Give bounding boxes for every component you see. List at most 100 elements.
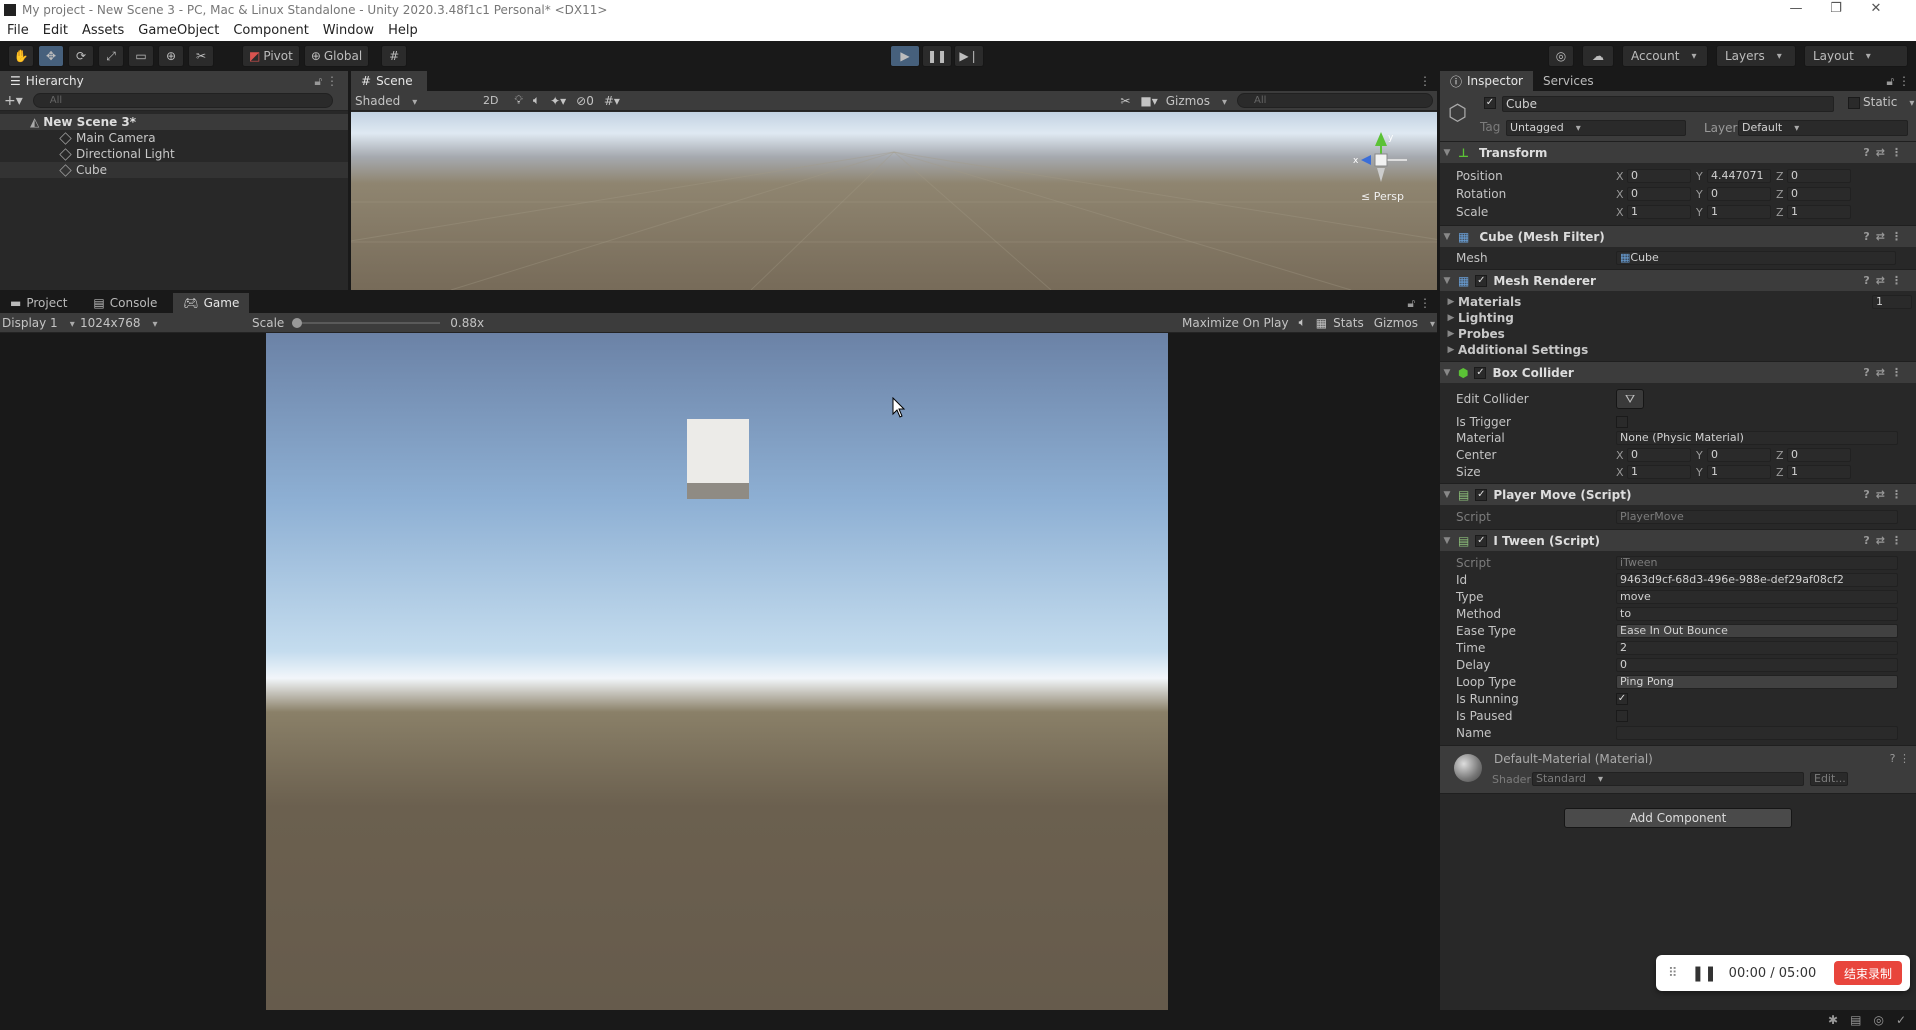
scale-slider[interactable] <box>292 317 441 328</box>
name-field[interactable] <box>1616 726 1898 740</box>
component-menu-icon[interactable]: ?⇄⋮ <box>1863 366 1908 379</box>
fold-icon[interactable]: ▼ <box>1440 490 1454 500</box>
scene-gizmos-dropdown[interactable]: Gizmos <box>1166 94 1227 108</box>
id-field[interactable]: 9463d9cf-68d3-496e-988e-def29af08cf2 <box>1616 573 1898 587</box>
size-y-field[interactable]: 1 <box>1707 465 1771 479</box>
drag-handle-icon[interactable]: ⠿ <box>1668 966 1678 981</box>
position-y-field[interactable]: 4.447071 <box>1707 169 1771 183</box>
collab-icon[interactable]: ◎ <box>1548 45 1574 67</box>
list-item[interactable]: Main Camera <box>0 130 348 146</box>
tab-console[interactable]: ▤ Console <box>83 293 167 313</box>
menu-edit[interactable]: Edit <box>36 23 75 38</box>
pause-icon[interactable]: ❚❚ <box>922 45 952 67</box>
center-z-field[interactable]: 0 <box>1787 448 1851 462</box>
step-icon[interactable]: ▶❘ <box>954 45 984 67</box>
visibility-icon[interactable]: ⊘ <box>576 94 586 108</box>
fold-icon[interactable]: ▼ <box>1440 276 1454 286</box>
type-field[interactable]: move <box>1616 590 1898 604</box>
box-collider-enabled-checkbox[interactable]: ✓ <box>1474 366 1487 379</box>
auto-generate-icon[interactable]: ◎ <box>1873 1013 1883 1027</box>
fold-icon[interactable]: ▼ <box>1440 232 1454 242</box>
ease-type-dropdown[interactable]: Ease In Out Bounce <box>1616 624 1898 638</box>
transform-header[interactable]: ▼ ⊥ Transform ?⇄⋮ <box>1440 141 1916 163</box>
component-menu-icon[interactable]: ?⇄⋮ <box>1863 488 1908 501</box>
list-item[interactable]: Cube <box>0 162 348 178</box>
sound-icon[interactable]: 🔈︎ <box>1299 315 1306 330</box>
transform-icon[interactable]: ⊕ <box>158 45 184 67</box>
center-x-field[interactable]: 0 <box>1627 448 1691 462</box>
box-collider-header[interactable]: ▼ ⬢ ✓ Box Collider ?⇄⋮ <box>1440 361 1916 383</box>
itween-enabled-checkbox[interactable]: ✓ <box>1475 534 1488 547</box>
add-component-button[interactable]: Add Component <box>1564 808 1792 828</box>
lock-icon[interactable]: 🔓︎ ⋮ <box>314 74 338 89</box>
is-trigger-checkbox[interactable] <box>1616 416 1628 428</box>
tab-scene[interactable]: # Scene <box>351 71 427 91</box>
game-gizmos-dropdown[interactable]: Gizmos <box>1374 316 1435 330</box>
rotation-x-field[interactable]: 0 <box>1627 187 1691 201</box>
scale-slider-handle[interactable] <box>292 317 303 328</box>
component-menu-icon[interactable]: ?⇄⋮ <box>1863 230 1908 243</box>
mesh-renderer-header[interactable]: ▼ ▦ ✓ Mesh Renderer ?⇄⋮ <box>1440 269 1916 291</box>
fold-icon[interactable]: ▼ <box>1440 536 1454 546</box>
tab-hierarchy[interactable]: ☰ Hierarchy 🔓︎ ⋮ <box>0 71 348 91</box>
scale-y-field[interactable]: 1 <box>1707 205 1771 219</box>
shading-dropdown[interactable]: Shaded <box>351 94 469 108</box>
account-dropdown[interactable]: Account <box>1622 45 1708 67</box>
component-menu-icon[interactable]: ?⇄⋮ <box>1863 274 1908 287</box>
tag-dropdown[interactable]: Untagged <box>1506 120 1686 136</box>
display-dropdown[interactable]: Display 1 <box>0 316 80 330</box>
hierarchy-search-input[interactable]: All <box>32 93 333 108</box>
cloud-icon[interactable]: ☁ <box>1582 45 1614 67</box>
object-name-input[interactable]: Cube <box>1502 96 1834 112</box>
layout-dropdown[interactable]: Layout <box>1804 45 1908 67</box>
camera-icon[interactable]: ■▾ <box>1140 94 1157 108</box>
effects-icon[interactable]: ✦▾ <box>550 94 566 108</box>
component-menu-icon[interactable]: ?⇄⋮ <box>1863 534 1908 547</box>
persp-label[interactable]: ≤ Persp <box>1361 190 1404 203</box>
grid-snap-icon[interactable]: # <box>381 45 408 67</box>
rotation-z-field[interactable]: 0 <box>1787 187 1851 201</box>
menu-gameobject[interactable]: GameObject <box>131 23 226 38</box>
material-menu-icon[interactable]: ? ⋮ <box>1890 752 1910 765</box>
lighting-foldout[interactable]: ▶ Lighting <box>1440 310 1916 326</box>
delay-field[interactable]: 0 <box>1616 658 1898 672</box>
menu-file[interactable]: File <box>0 23 36 38</box>
method-field[interactable]: to <box>1616 607 1898 621</box>
audio-icon[interactable]: 🔈︎ <box>533 93 540 108</box>
mesh-field[interactable]: ▦Cube <box>1616 251 1896 265</box>
scene-search-input[interactable]: All <box>1237 93 1433 108</box>
probes-foldout[interactable]: ▶ Probes <box>1440 326 1916 342</box>
global-toggle[interactable]: ⊕ Global <box>303 45 370 67</box>
kebab-icon[interactable]: ⋮ <box>1419 74 1431 88</box>
fold-icon[interactable]: ▼ <box>1440 368 1454 378</box>
move-icon[interactable]: ✥ <box>38 45 64 67</box>
menu-component[interactable]: Component <box>226 23 315 38</box>
pause-recording-icon[interactable]: ❚❚ <box>1692 964 1717 982</box>
scale-x-field[interactable]: 1 <box>1627 205 1691 219</box>
static-checkbox[interactable] <box>1848 97 1860 109</box>
physic-material-field[interactable]: None (Physic Material) <box>1616 431 1898 445</box>
shader-dropdown[interactable]: Standard <box>1532 772 1804 786</box>
kebab-icon[interactable]: 🔓︎ ⋮ <box>1407 296 1431 311</box>
layer-dropdown[interactable]: Default <box>1738 120 1908 136</box>
tab-game[interactable]: 🎮︎ Game <box>173 293 250 313</box>
time-field[interactable]: 2 <box>1616 641 1898 655</box>
mesh-filter-header[interactable]: ▼ ▦ Cube (Mesh Filter) ?⇄⋮ <box>1440 225 1916 247</box>
player-move-header[interactable]: ▼ ▤ ✓ Player Move (Script) ?⇄⋮ <box>1440 483 1916 505</box>
materials-count[interactable]: 1 <box>1872 295 1912 309</box>
cache-icon[interactable]: ▤ <box>1850 1013 1861 1027</box>
itween-header[interactable]: ▼ ▤ ✓ I Tween (Script) ?⇄⋮ <box>1440 529 1916 551</box>
position-z-field[interactable]: 0 <box>1787 169 1851 183</box>
light-icon[interactable]: 💡︎ <box>514 93 522 108</box>
loop-type-dropdown[interactable]: Ping Pong <box>1616 675 1898 689</box>
edit-collider-icon[interactable]: ⛛ <box>1616 389 1644 409</box>
menu-window[interactable]: Window <box>316 23 381 38</box>
pivot-toggle[interactable]: ◩ Pivot <box>242 45 300 67</box>
additional-settings-foldout[interactable]: ▶ Additional Settings <box>1440 342 1916 358</box>
tab-services[interactable]: Services <box>1533 71 1604 91</box>
lock-icon[interactable]: 🔓︎ ⋮ <box>1886 74 1910 89</box>
tab-project[interactable]: ▬ Project <box>0 293 77 313</box>
is-paused-checkbox[interactable] <box>1616 710 1628 722</box>
is-running-checkbox[interactable]: ✓ <box>1616 693 1628 705</box>
center-y-field[interactable]: 0 <box>1707 448 1771 462</box>
